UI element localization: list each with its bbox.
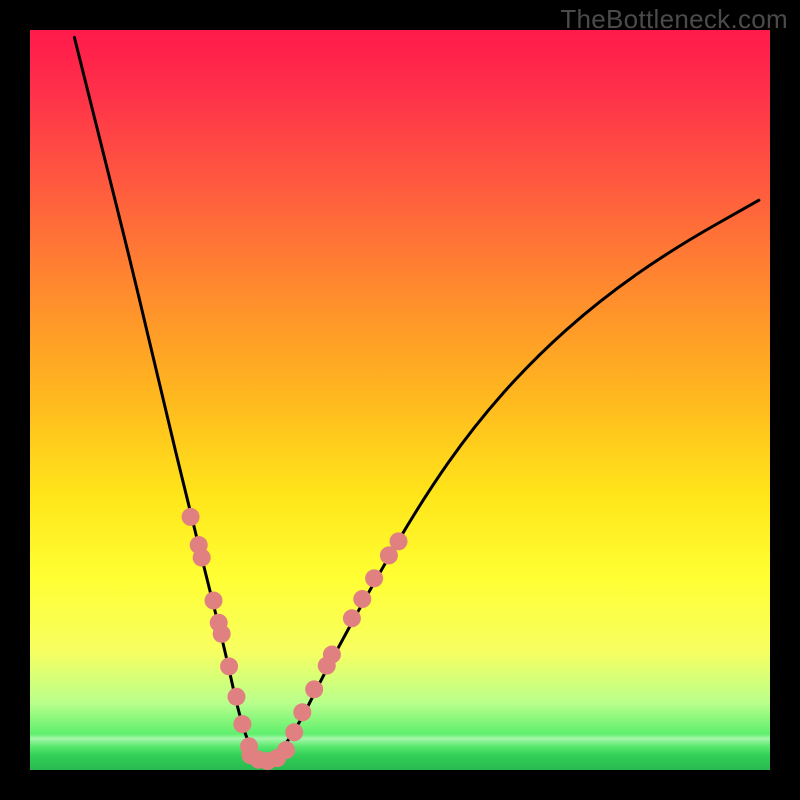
bottleneck-curve <box>74 37 759 759</box>
marker-dot <box>390 532 408 550</box>
marker-dot <box>343 609 361 627</box>
chart-frame: TheBottleneck.com <box>0 0 800 800</box>
marker-dot <box>323 646 341 664</box>
marker-dot <box>365 569 383 587</box>
marker-dot <box>213 625 231 643</box>
marker-dot <box>233 715 251 733</box>
curve-layer <box>30 30 770 770</box>
marker-dot <box>182 508 200 526</box>
marker-dot <box>220 657 238 675</box>
marker-dot <box>277 741 295 759</box>
plot-area <box>30 30 770 770</box>
scatter-markers <box>182 508 408 770</box>
marker-dot <box>205 592 223 610</box>
marker-dot <box>293 703 311 721</box>
marker-dot <box>305 680 323 698</box>
marker-dot <box>227 688 245 706</box>
marker-dot <box>193 549 211 567</box>
marker-dot <box>285 723 303 741</box>
marker-dot <box>353 590 371 608</box>
